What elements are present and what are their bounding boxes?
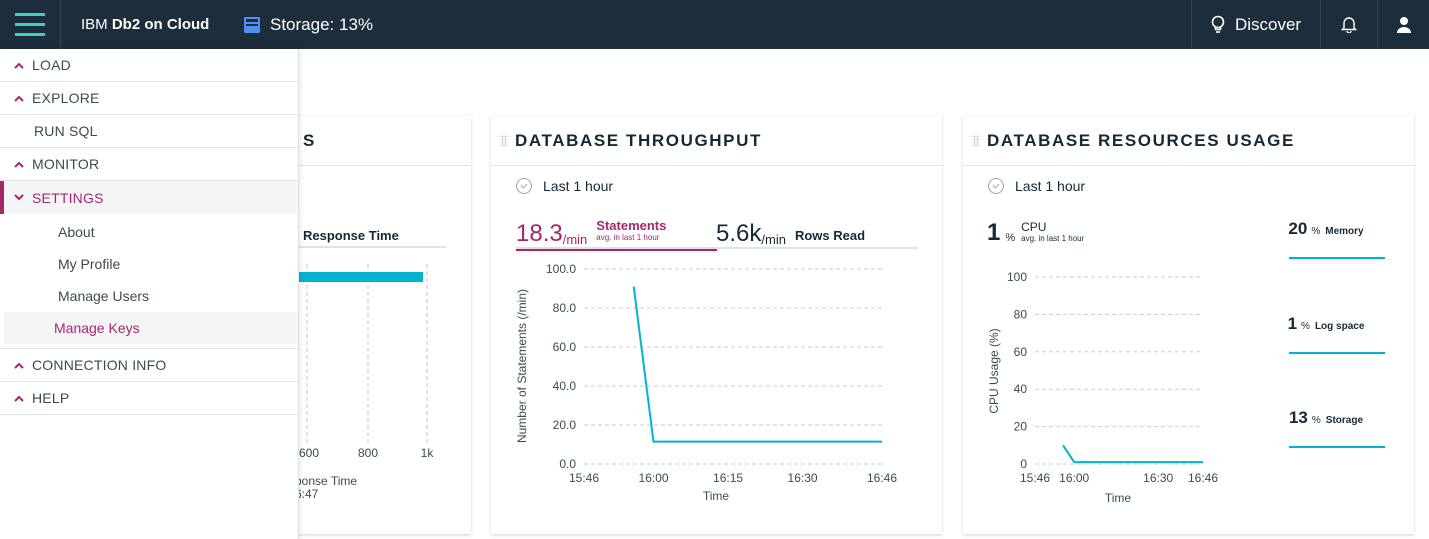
storage-label: Storage: 13% <box>270 14 374 34</box>
nav-item-settings[interactable]: SETTINGS <box>0 181 298 214</box>
y-tick-label: 20 <box>1014 420 1028 434</box>
y-tick-label: 80 <box>1014 307 1028 321</box>
nav-item-explore[interactable]: EXPLORE <box>0 82 298 115</box>
y-axis-title: Number of Statements (/min) <box>515 289 529 443</box>
chevron-up-icon <box>0 161 32 168</box>
y-tick-label: 40 <box>1014 382 1028 396</box>
lightbulb-icon <box>1211 15 1225 33</box>
y-tick-label: 100 <box>1007 270 1027 284</box>
response-time-bar <box>293 272 423 282</box>
nav-item-help[interactable]: HELP <box>0 382 298 415</box>
brand-title: IBM Db2 on Cloud <box>81 0 209 49</box>
nav-item-monitor[interactable]: MONITOR <box>0 148 298 181</box>
nav-label: LOAD <box>32 57 71 73</box>
y-tick-label: 40.0 <box>553 379 577 393</box>
y-tick-label: 0 <box>1020 457 1027 471</box>
x-tick-label: 16:15 <box>713 471 743 485</box>
y-tick-label: 100.0 <box>546 262 576 276</box>
x-tick-label: 800 <box>358 446 378 460</box>
database-resources-card: DATABASE RESOURCES USAGE Last 1 hour 1 %… <box>963 116 1414 534</box>
y-axis-title: CPU Usage (%) <box>987 328 1001 413</box>
x-axis-title: ponse Time <box>295 474 357 488</box>
top-bar: IBM Db2 on Cloud Storage: 13% Discover <box>0 0 1429 49</box>
nav-item-run-sql[interactable]: RUN SQL <box>0 115 298 148</box>
chevron-up-icon <box>0 95 32 102</box>
nav-label: RUN SQL <box>34 123 98 139</box>
settings-submenu: About My Profile Manage Users Manage Key… <box>0 214 298 349</box>
chevron-up-icon <box>0 395 32 402</box>
submenu-item-manage-keys[interactable]: Manage Keys <box>4 312 298 344</box>
cpu-usage-chart: 0 20 40 60 80 100 15:46 16:00 16:30 16:46 Time C… <box>987 270 1218 505</box>
throughput-chart: 0.0 20.0 40.0 60.0 80.0 100.0 15:46 16:00 16:15… <box>515 262 897 503</box>
y-tick-label: 80.0 <box>553 301 577 315</box>
x-tick-label: 16:46 <box>867 471 897 485</box>
storage-indicator[interactable]: Storage: 13% <box>244 0 373 49</box>
notifications-button[interactable] <box>1320 0 1377 49</box>
y-tick-label: 60.0 <box>553 340 577 354</box>
cpu-series-line <box>1062 444 1203 464</box>
nav-label: EXPLORE <box>32 90 100 106</box>
x-tick-label: 600 <box>299 446 319 460</box>
nav-item-load[interactable]: LOAD <box>0 49 298 82</box>
submenu-item-about[interactable]: About <box>4 216 298 248</box>
brand-product: Db2 on Cloud <box>111 16 210 33</box>
x-tick-label: 16:46 <box>1188 471 1218 485</box>
y-tick-label: 0.0 <box>559 457 576 471</box>
nav-label: MONITOR <box>32 156 100 172</box>
bell-icon <box>1341 17 1357 33</box>
brand-prefix: IBM <box>81 16 112 33</box>
statements-series-line <box>632 286 882 443</box>
side-navigation: LOAD EXPLORE RUN SQL MONITOR SETTINGS Ab… <box>0 49 299 539</box>
chevron-up-icon <box>0 362 32 369</box>
user-icon <box>1396 16 1411 33</box>
x-tick-label: 15:46 <box>569 471 599 485</box>
x-tick-label: 16:30 <box>1143 471 1173 485</box>
y-tick-label: 60 <box>1014 345 1028 359</box>
chevron-up-icon <box>0 62 32 69</box>
nav-label: HELP <box>32 390 70 406</box>
discover-label: Discover <box>1234 14 1302 34</box>
x-tick-label: 16:00 <box>639 471 669 485</box>
x-axis-title: Time <box>1105 491 1132 505</box>
submenu-item-manage-users[interactable]: Manage Users <box>4 280 298 312</box>
hamburger-menu-icon[interactable] <box>0 0 61 49</box>
x-tick-label: 16:30 <box>788 471 818 485</box>
x-axis-title: Time <box>703 489 730 503</box>
nav-label: SETTINGS <box>32 189 104 206</box>
discover-button[interactable]: Discover <box>1191 0 1320 49</box>
y-tick-label: 20.0 <box>553 418 577 432</box>
x-tick-label: 16:00 <box>1059 471 1089 485</box>
database-throughput-card: DATABASE THROUGHPUT Last 1 hour 18.3 /mi… <box>491 116 942 534</box>
x-tick-label: 1k <box>421 446 435 460</box>
user-profile-button[interactable] <box>1377 0 1429 49</box>
database-icon <box>244 16 260 33</box>
x-tick-label: 15:46 <box>1020 471 1050 485</box>
chevron-down-icon <box>0 194 32 201</box>
nav-item-connection-info[interactable]: CONNECTION INFO <box>0 349 298 382</box>
submenu-item-my-profile[interactable]: My Profile <box>4 248 298 280</box>
nav-label: CONNECTION INFO <box>32 357 167 373</box>
